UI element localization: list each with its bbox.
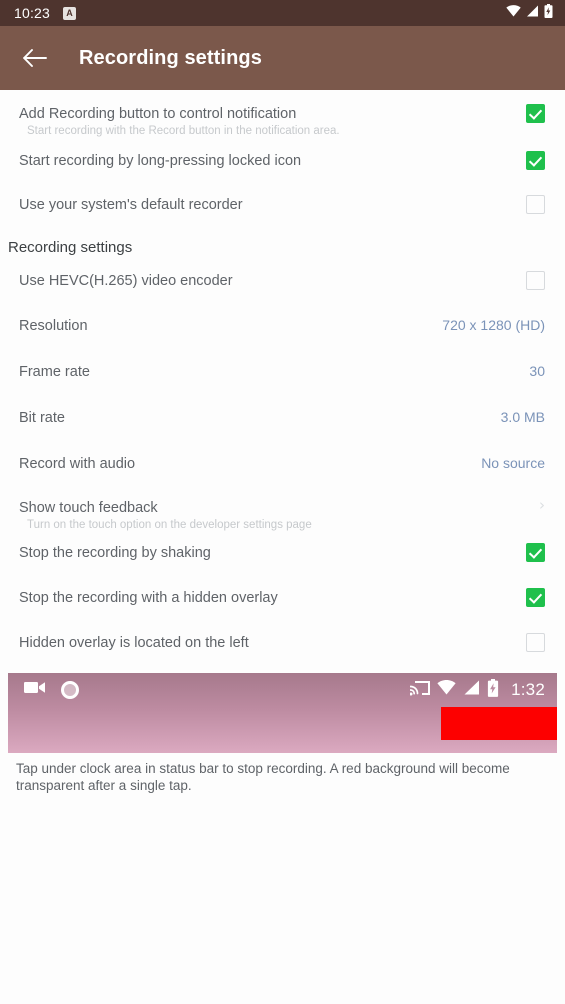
checkbox-stop-with-hidden-overlay[interactable] <box>526 588 545 607</box>
illustration-right-icons: 1:32 <box>409 678 545 702</box>
settings-list: Add Recording button to control notifica… <box>0 90 565 1004</box>
status-bar-illustration: 1:32 <box>8 673 557 753</box>
row-text: Bit rate <box>19 405 489 428</box>
row-text: Resolution <box>19 313 430 336</box>
battery-charging-icon <box>544 3 553 23</box>
setting-row-hidden-overlay-left[interactable]: Hidden overlay is located on the left <box>0 630 565 665</box>
setting-value-frame-rate[interactable]: 30 <box>529 359 545 379</box>
row-control <box>519 585 545 607</box>
setting-row-hevc-encoder[interactable]: Use HEVC(H.265) video encoder <box>0 268 565 303</box>
checkbox-stop-by-shaking[interactable] <box>526 543 545 562</box>
row-text: Add Recording button to control notifica… <box>19 101 509 140</box>
row-text: Start recording by long-pressing locked … <box>19 148 509 171</box>
recording-settings-screen: 10:23 A Recording settings Add Recording… <box>0 0 565 1004</box>
setting-title: Record with audio <box>19 456 136 472</box>
signal-icon <box>463 680 480 700</box>
setting-title: Stop the recording by shaking <box>19 545 211 561</box>
status-bar-clock: 10:23 <box>14 5 51 21</box>
setting-row-record-with-audio[interactable]: Record with audio No source <box>0 451 565 486</box>
status-bar-icons <box>506 3 553 23</box>
setting-row-resolution[interactable]: Resolution 720 x 1280 (HD) <box>0 313 565 348</box>
checkbox-long-press-locked-icon[interactable] <box>526 151 545 170</box>
illustration-left-icons <box>24 680 79 700</box>
cast-icon <box>409 680 431 701</box>
setting-title: Use your system's default recorder <box>19 197 243 213</box>
row-control: › <box>519 495 545 513</box>
row-control <box>519 630 545 652</box>
row-text: Stop the recording with a hidden overlay <box>19 585 509 608</box>
record-circle-icon <box>61 681 79 699</box>
setting-row-frame-rate[interactable]: Frame rate 30 <box>0 359 565 394</box>
setting-row-show-touch-feedback[interactable]: Show touch feedback Turn on the touch op… <box>0 495 565 534</box>
row-text: Use your system's default recorder <box>19 192 509 215</box>
row-text: Frame rate <box>19 359 517 382</box>
row-control <box>519 268 545 290</box>
illustration-status-bar: 1:32 <box>8 673 557 707</box>
setting-title: Start recording by long-pressing locked … <box>19 153 302 169</box>
setting-title: Hidden overlay is located on the left <box>19 635 249 651</box>
checkbox-hidden-overlay-left[interactable] <box>526 633 545 652</box>
system-status-bar: 10:23 A <box>0 0 565 26</box>
setting-row-bit-rate[interactable]: Bit rate 3.0 MB <box>0 405 565 440</box>
row-control <box>519 101 545 123</box>
page-title: Recording settings <box>79 46 262 69</box>
app-notification-badge-icon: A <box>63 6 77 20</box>
signal-icon <box>526 4 539 22</box>
setting-title: Resolution <box>19 318 88 334</box>
video-camera-icon <box>24 680 47 700</box>
section-header-recording-settings: Recording settings <box>8 239 133 256</box>
row-control <box>519 540 545 562</box>
app-bar: Recording settings <box>0 26 565 90</box>
setting-title: Show touch feedback <box>19 500 158 516</box>
setting-row-long-press-locked-icon[interactable]: Start recording by long-pressing locked … <box>0 148 565 183</box>
illustration-clock: 1:32 <box>511 680 545 699</box>
checkbox-hevc-encoder[interactable] <box>526 271 545 290</box>
setting-value-resolution[interactable]: 720 x 1280 (HD) <box>442 313 545 333</box>
checkbox-add-recording-button[interactable] <box>526 104 545 123</box>
row-text: Show touch feedback Turn on the touch op… <box>19 495 509 534</box>
setting-row-system-default-recorder[interactable]: Use your system's default recorder <box>0 192 565 227</box>
setting-row-add-recording-button[interactable]: Add Recording button to control notifica… <box>0 101 565 140</box>
setting-row-stop-by-shaking[interactable]: Stop the recording by shaking <box>0 540 565 575</box>
wifi-icon <box>506 4 521 22</box>
back-arrow-icon <box>23 49 47 67</box>
setting-title: Frame rate <box>19 364 90 380</box>
row-text: Use HEVC(H.265) video encoder <box>19 268 509 291</box>
wifi-icon <box>437 680 456 700</box>
setting-title: Stop the recording with a hidden overlay <box>19 590 278 606</box>
setting-value-bit-rate[interactable]: 3.0 MB <box>501 405 545 425</box>
red-tap-area-block[interactable] <box>441 707 557 740</box>
setting-subtitle: Start recording with the Record button i… <box>27 125 340 137</box>
chevron-right-icon[interactable]: › <box>539 498 545 513</box>
row-text: Stop the recording by shaking <box>19 540 509 563</box>
illustration-wrapper: 1:32 Tap under clock area in status bar … <box>0 673 565 794</box>
back-button[interactable] <box>22 45 48 71</box>
row-control <box>519 148 545 170</box>
setting-value-record-with-audio[interactable]: No source <box>481 451 545 471</box>
row-control <box>519 192 545 214</box>
checkbox-system-default-recorder[interactable] <box>526 195 545 214</box>
setting-title: Bit rate <box>19 410 65 426</box>
setting-title: Use HEVC(H.265) video encoder <box>19 273 233 289</box>
battery-charging-icon <box>487 678 499 702</box>
row-text: Record with audio <box>19 451 469 474</box>
setting-row-stop-with-hidden-overlay[interactable]: Stop the recording with a hidden overlay <box>0 585 565 620</box>
setting-subtitle: Turn on the touch option on the develope… <box>27 519 312 531</box>
illustration-caption: Tap under clock area in status bar to st… <box>16 761 510 793</box>
row-text: Hidden overlay is located on the left <box>19 630 509 653</box>
setting-title: Add Recording button to control notifica… <box>19 106 297 122</box>
